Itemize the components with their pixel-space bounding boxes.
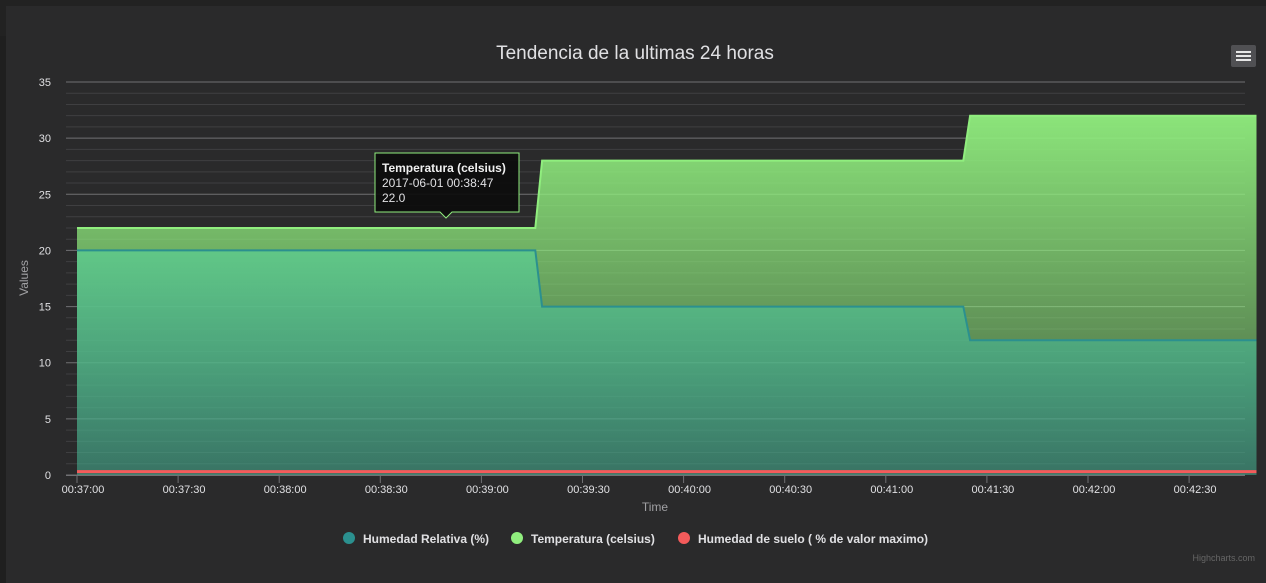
legend-item[interactable]: Temperatura (celsius)	[511, 532, 655, 546]
legend-label: Humedad de suelo ( % de valor maximo)	[698, 532, 928, 546]
y-axis-label: Values	[17, 260, 31, 296]
x-tick-label: 00:41:00	[870, 484, 913, 496]
x-tick-label: 00:39:00	[466, 484, 509, 496]
x-tick-label: 00:40:30	[769, 484, 812, 496]
chart-svg: Tendencia de la ultimas 24 horas 0 5 10 15 2…	[17, 43, 1257, 563]
tooltip-time: 2017-06-01 00:38:47	[382, 176, 494, 190]
legend-item[interactable]: Humedad Relativa (%)	[343, 532, 489, 546]
tooltip: Temperatura (celsius) 2017-06-01 00:38:4…	[374, 152, 520, 219]
y-tick-label: 25	[39, 189, 51, 201]
x-axis-label: Time	[642, 500, 669, 514]
tooltip-series-name: Temperatura (celsius)	[382, 161, 506, 175]
x-tick-label: 00:37:00	[62, 484, 105, 496]
legend-marker	[511, 532, 523, 544]
x-tick-label: 00:42:00	[1073, 484, 1116, 496]
y-tick-label: 30	[39, 133, 51, 145]
y-tick-label: 0	[45, 470, 51, 482]
legend-marker	[678, 532, 690, 544]
x-tick-label: 00:42:30	[1174, 484, 1217, 496]
y-axis-ticks: 0 5 10 15 20 25 30 35	[39, 77, 51, 482]
x-tick-label: 00:41:30	[971, 484, 1014, 496]
legend-label: Humedad Relativa (%)	[363, 532, 489, 546]
x-tick-label: 00:38:00	[264, 484, 307, 496]
y-tick-label: 35	[39, 77, 51, 89]
legend-label: Temperatura (celsius)	[531, 532, 655, 546]
x-tick-label: 00:38:30	[365, 484, 408, 496]
x-tick-label: 00:40:00	[668, 484, 711, 496]
chart-menu-button[interactable]	[1231, 45, 1256, 67]
legend[interactable]: Humedad Relativa (%) Temperatura (celsius…	[343, 532, 928, 546]
tooltip-value: 22.0	[382, 191, 406, 205]
chart-title: Tendencia de la ultimas 24 horas	[496, 43, 774, 64]
y-tick-label: 10	[39, 358, 51, 370]
y-tick-label: 15	[39, 302, 51, 314]
legend-marker	[343, 532, 355, 544]
x-tick-label: 00:39:30	[567, 484, 610, 496]
credits-link[interactable]: Highcharts.com	[1192, 553, 1255, 563]
x-axis-ticks: 00:37:00 00:37:30 00:38:00 00:38:30 00:39:00…	[62, 475, 1245, 496]
x-tick-label: 00:37:30	[163, 484, 206, 496]
y-tick-label: 5	[45, 414, 51, 426]
series-layer	[77, 114, 1257, 475]
legend-item[interactable]: Humedad de suelo ( % de valor maximo)	[678, 532, 928, 546]
y-tick-label: 20	[39, 245, 51, 257]
